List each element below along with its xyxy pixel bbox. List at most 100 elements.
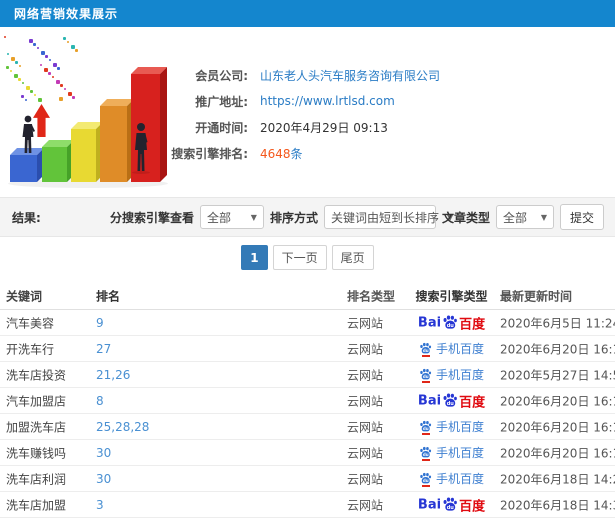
confetti-dot — [53, 63, 57, 67]
engine-view-select[interactable]: 全部 ▼ — [199, 205, 264, 229]
baidu-logo-bai-text: Bai — [417, 393, 442, 408]
col-header-rank-type: 排名类型 — [347, 289, 396, 304]
baidu-paw-icon: du — [442, 393, 458, 409]
confetti-dot — [75, 49, 78, 52]
table-row: 洗车店投资 21,26 云网站 du 手机百度 2020年5月27日 14: — [0, 362, 615, 388]
chart-bar — [71, 122, 103, 182]
rank-link[interactable]: 30 — [96, 446, 111, 460]
svg-text:du: du — [423, 348, 429, 353]
baidu-mobile-paw-icon: du — [419, 368, 432, 383]
confetti-dot — [19, 65, 21, 67]
svg-text:du: du — [423, 452, 429, 457]
pagination: 1 下一页 尾页 — [0, 245, 615, 270]
table-header-row: 关键词 排名 排名类型 搜索引擎类型 最新更新时间 — [0, 283, 615, 310]
submit-button[interactable]: 提交 — [559, 204, 604, 230]
confetti-dot — [49, 59, 51, 61]
update-time-cell: 2020年6月5日 11:24 — [500, 316, 615, 330]
engine-type-cell: du 手机百度 — [403, 444, 500, 462]
engine-view-selected-value: 全部 — [206, 210, 231, 225]
update-time-cell: 2020年6月18日 14:27 — [500, 472, 615, 486]
table-row: 洗车店利润 30 云网站 du 手机百度 2020年6月18日 14: — [0, 466, 615, 492]
table-body: 汽车美容 9 云网站 Bai du 百度 2020年6月5日 11:24 开洗车… — [0, 310, 615, 518]
baidu-mobile-logo: du 手机百度 — [403, 470, 500, 487]
page-button-current[interactable]: 1 — [241, 245, 268, 270]
mobile-baidu-label: 手机百度 — [435, 341, 484, 356]
confetti-dot — [38, 98, 42, 102]
rank-link[interactable]: 25,28,28 — [96, 420, 149, 434]
keyword-cell: 汽车美容 — [6, 316, 55, 330]
keyword-cell: 汽车加盟店 — [6, 394, 67, 408]
chart-bar — [42, 140, 74, 182]
confetti-dot — [22, 82, 24, 84]
rank-type-cell: 云网站 — [347, 342, 384, 356]
member-company-link[interactable]: 山东老人头汽车服务咨询有限公司 — [260, 69, 440, 83]
article-type-selected-value: 全部 — [502, 210, 527, 225]
confetti-dot — [33, 43, 36, 46]
promo-url-label: 推广地址: — [195, 94, 248, 109]
red-underline — [421, 484, 430, 487]
rank-link[interactable]: 8 — [96, 394, 104, 408]
update-time-cell: 2020年5月27日 14:58 — [500, 368, 615, 382]
company-info-panel: 会员公司: 山东老人头汽车服务咨询有限公司 推广地址: https://www.… — [152, 62, 440, 166]
engine-type-cell: Bai du 百度 — [403, 313, 500, 332]
red-underline — [421, 354, 430, 357]
confetti-dot — [30, 90, 33, 93]
baidu-logo-bai-text: Bai — [417, 497, 442, 512]
promo-url-link[interactable]: https://www.lrtlsd.com — [260, 94, 395, 108]
rank-link[interactable]: 30 — [96, 472, 111, 486]
rank-link[interactable]: 27 — [96, 342, 111, 356]
baidu-mobile-logo: du 手机百度 — [403, 418, 500, 435]
table-row: 汽车美容 9 云网站 Bai du 百度 2020年6月5日 11:24 — [0, 310, 615, 336]
baidu-mobile-logo: du 手机百度 — [403, 340, 500, 357]
filter-controls: 分搜索引擎查看 全部 ▼ 排序方式 关键词由短到长排序 ▼ 文章类型 全部 ▼ … — [110, 204, 615, 230]
keyword-cell: 加盟洗车店 — [6, 420, 67, 434]
baidu-logo: Bai du 百度 — [403, 391, 500, 410]
baidu-paw-icon: du — [442, 497, 458, 513]
page: 网络营销效果展示 会员公司: 山东老人头汽车服务咨询有限公司 推广地址: htt… — [0, 0, 615, 520]
member-company-row: 会员公司: 山东老人头汽车服务咨询有限公司 — [152, 62, 440, 88]
rank-link[interactable]: 3 — [96, 498, 104, 512]
rank-type-cell: 云网站 — [347, 472, 384, 486]
confetti-dot — [56, 80, 60, 84]
open-time-row: 开通时间: 2020年4月29日 09:13 — [152, 114, 440, 140]
keyword-cell: 洗车店加盟 — [6, 498, 67, 512]
baidu-logo-cn-text: 百度 — [459, 395, 486, 410]
keyword-cell: 洗车店利润 — [6, 472, 67, 486]
sort-mode-select[interactable]: 关键词由短到长排序 ▼ — [323, 205, 453, 229]
rank-link[interactable]: 21,26 — [96, 368, 130, 382]
rank-link[interactable]: 9 — [96, 316, 104, 330]
next-page-button[interactable]: 下一页 — [272, 245, 327, 270]
keyword-rank-table: 关键词 排名 排名类型 搜索引擎类型 最新更新时间 汽车美容 9 云网站 Bai — [0, 283, 615, 518]
confetti-dot — [72, 96, 75, 99]
rank-type-cell: 云网站 — [347, 498, 384, 512]
baidu-paw-icon: du — [442, 315, 458, 331]
engine-rank-row: 搜索引擎排名: 4648条 — [152, 140, 440, 166]
svg-text:du: du — [423, 426, 429, 431]
engine-rank-label: 搜索引擎排名: — [171, 146, 248, 161]
confetti-dot — [29, 39, 33, 43]
last-page-button[interactable]: 尾页 — [331, 245, 374, 270]
result-section-label: 结果: — [12, 210, 41, 225]
confetti-dot — [7, 53, 9, 55]
confetti-dot — [44, 68, 48, 72]
open-time-value: 2020年4月29日 09:13 — [260, 120, 388, 135]
rank-type-cell: 云网站 — [347, 446, 384, 460]
baidu-logo-cn-text: 百度 — [459, 499, 486, 514]
confetti-dot — [25, 99, 27, 101]
red-underline — [421, 458, 430, 461]
update-time-cell: 2020年6月20日 16:12 — [500, 446, 615, 460]
page-title: 网络营销效果展示 — [14, 7, 119, 21]
svg-text:du: du — [423, 478, 429, 483]
open-time-label: 开通时间: — [195, 120, 248, 135]
confetti-dot — [18, 78, 21, 81]
confetti-dot — [6, 66, 9, 69]
baidu-mobile-paw-icon: du — [419, 342, 432, 357]
svg-text:du: du — [447, 505, 455, 511]
col-header-update-time: 最新更新时间 — [500, 289, 573, 304]
keyword-cell: 开洗车行 — [6, 342, 55, 356]
promo-url-row: 推广地址: https://www.lrtlsd.com — [152, 88, 440, 114]
table-row: 开洗车行 27 云网站 du 手机百度 2020年6月20日 16: — [0, 336, 615, 362]
article-type-select[interactable]: 全部 ▼ — [495, 205, 554, 229]
table-row: 汽车加盟店 8 云网站 Bai du 百度 2020年6月20日 16: — [0, 388, 615, 414]
businessman-icon — [132, 123, 150, 174]
